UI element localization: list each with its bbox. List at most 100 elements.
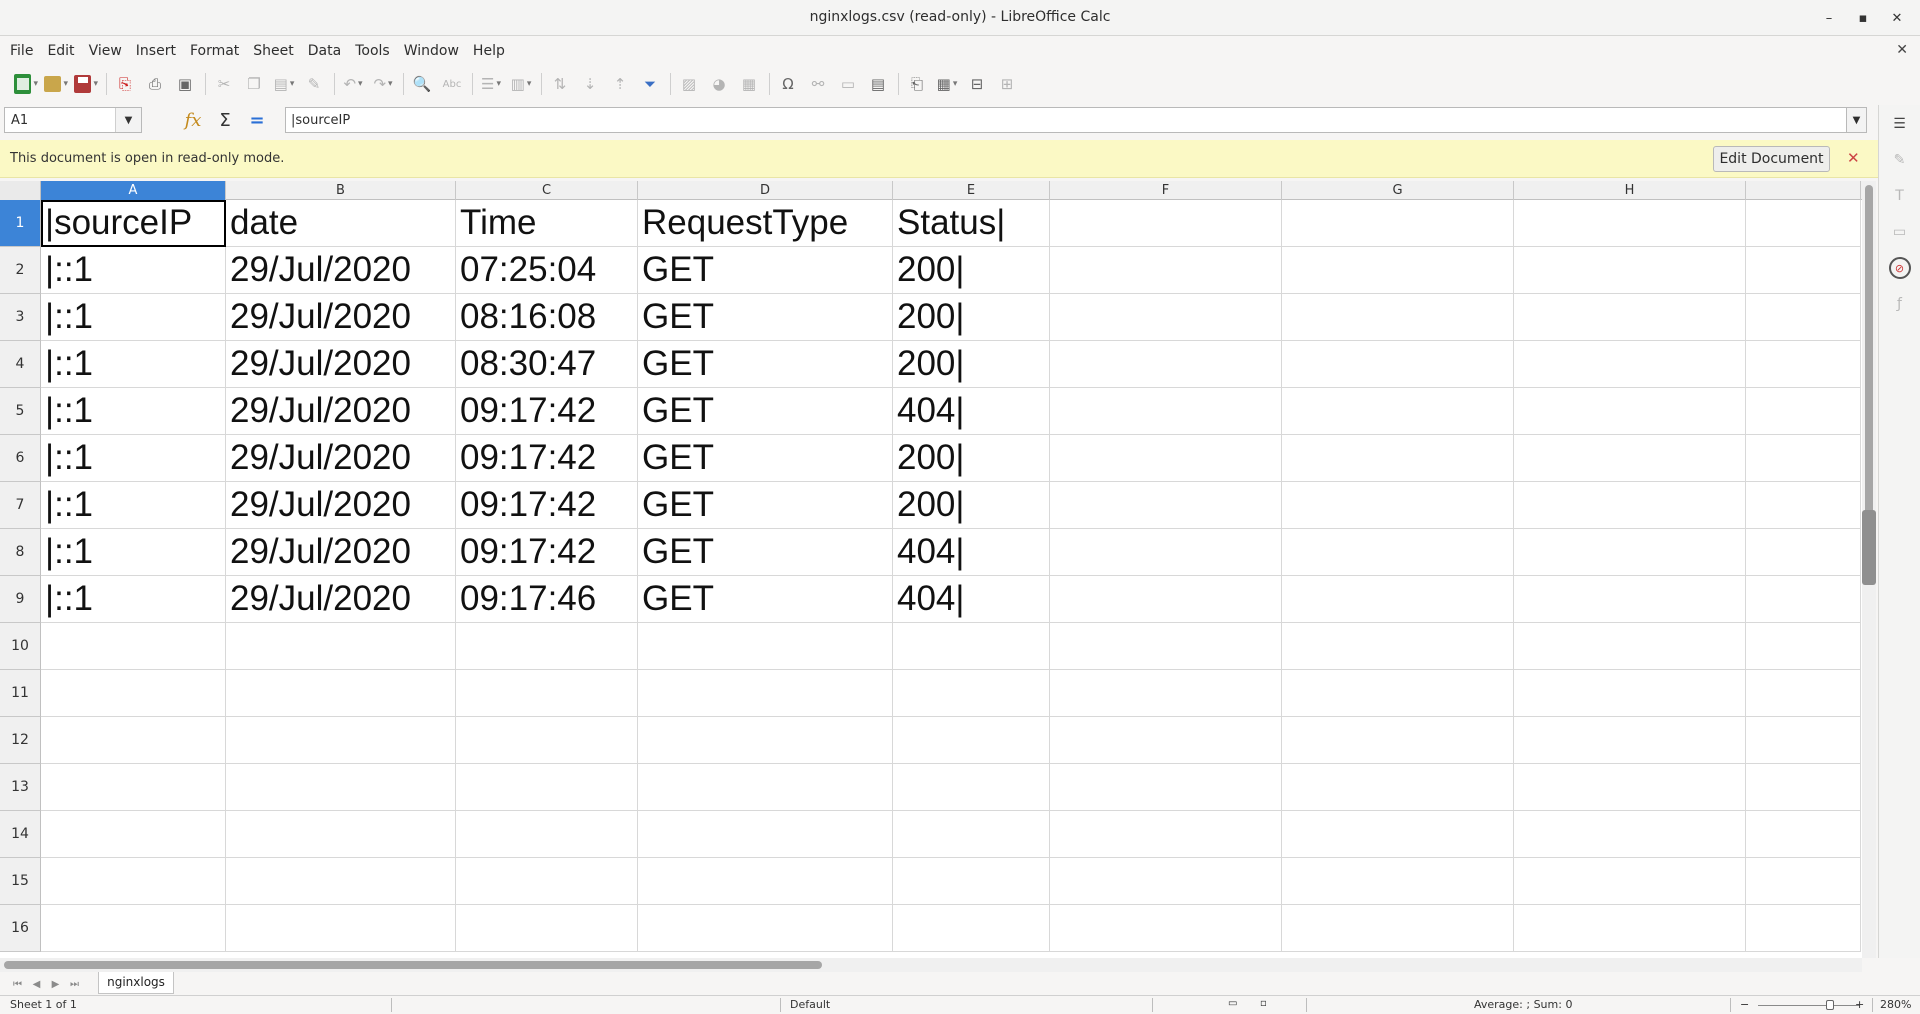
cell-f1[interactable] [1050, 200, 1282, 247]
name-box[interactable]: A1 ▼ [4, 107, 142, 133]
cell-e6[interactable]: 200| [893, 435, 1050, 482]
close-window-button[interactable]: ✕ [1880, 6, 1914, 30]
row-header-4[interactable]: 4 [0, 341, 41, 388]
cell-e3[interactable]: 200| [893, 294, 1050, 341]
cell-d1[interactable]: RequestType [638, 200, 893, 247]
cell-h3[interactable] [1514, 294, 1746, 341]
menu-data[interactable]: Data [301, 37, 348, 65]
sidebar-menu-icon[interactable]: ☰ [1889, 113, 1911, 135]
cell-g5[interactable] [1282, 388, 1514, 435]
print-button[interactable]: ⎙ [143, 72, 167, 96]
cell-h5[interactable] [1514, 388, 1746, 435]
cell-d15[interactable] [638, 858, 893, 905]
print-preview-button[interactable]: ▣ [173, 72, 197, 96]
cell-f5[interactable] [1050, 388, 1282, 435]
row-header-16[interactable]: 16 [0, 905, 41, 952]
zoom-level[interactable]: 280% [1880, 998, 1911, 1011]
cell-c2[interactable]: 07:25:04 [456, 247, 638, 294]
cell-d8[interactable]: GET [638, 529, 893, 576]
cell-g9[interactable] [1282, 576, 1514, 623]
menu-file[interactable]: File [3, 37, 40, 65]
menu-view[interactable]: View [82, 37, 129, 65]
cell-f4[interactable] [1050, 341, 1282, 388]
cell-d12[interactable] [638, 717, 893, 764]
cell-e12[interactable] [893, 717, 1050, 764]
cell-e4[interactable]: 200| [893, 341, 1050, 388]
column-header-a[interactable]: A [41, 181, 226, 200]
formula-input[interactable]: |sourceIP [285, 107, 1847, 133]
cell-e1[interactable]: Status| [893, 200, 1050, 247]
cell-d14[interactable] [638, 811, 893, 858]
cell-h4[interactable] [1514, 341, 1746, 388]
cell-b11[interactable] [226, 670, 456, 717]
cell-h6[interactable] [1514, 435, 1746, 482]
cell-g16[interactable] [1282, 905, 1514, 952]
functions-icon[interactable]: ƒ [1889, 293, 1911, 315]
cell-g2[interactable] [1282, 247, 1514, 294]
new-document-button[interactable] [14, 72, 38, 96]
save-button[interactable] [74, 72, 98, 96]
cell-e10[interactable] [893, 623, 1050, 670]
menu-insert[interactable]: Insert [129, 37, 183, 65]
cell-a7[interactable]: |::1 [41, 482, 226, 529]
cell-h2[interactable] [1514, 247, 1746, 294]
define-print-area-button[interactable]: ⎗ [905, 72, 929, 96]
zoom-slider-handle[interactable] [1826, 1000, 1834, 1010]
cell-e8[interactable]: 404| [893, 529, 1050, 576]
cell-b13[interactable] [226, 764, 456, 811]
window-split-handle[interactable] [1862, 510, 1876, 585]
cell-h8[interactable] [1514, 529, 1746, 576]
menu-help[interactable]: Help [466, 37, 512, 65]
cell-h16[interactable] [1514, 905, 1746, 952]
cell-d7[interactable]: GET [638, 482, 893, 529]
row-header-5[interactable]: 5 [0, 388, 41, 435]
cell-a8[interactable]: |::1 [41, 529, 226, 576]
cell-e9[interactable]: 404| [893, 576, 1050, 623]
cell-g15[interactable] [1282, 858, 1514, 905]
properties-icon[interactable]: ✎ [1889, 149, 1911, 171]
cell-d2[interactable]: GET [638, 247, 893, 294]
cell-a4[interactable]: |::1 [41, 341, 226, 388]
pivot-table-button[interactable]: ▦ [737, 72, 761, 96]
cell-d6[interactable]: GET [638, 435, 893, 482]
cell-g6[interactable] [1282, 435, 1514, 482]
cell-h14[interactable] [1514, 811, 1746, 858]
row-header-2[interactable]: 2 [0, 247, 41, 294]
row-header-7[interactable]: 7 [0, 482, 41, 529]
minimize-button[interactable]: – [1812, 6, 1846, 30]
cell-f7[interactable] [1050, 482, 1282, 529]
cell-f3[interactable] [1050, 294, 1282, 341]
styles-icon[interactable]: T [1889, 185, 1911, 207]
cell-e15[interactable] [893, 858, 1050, 905]
navigator-icon[interactable]: ⊘ [1888, 257, 1911, 279]
cell-a15[interactable] [41, 858, 226, 905]
column-header-f[interactable]: F [1050, 181, 1282, 200]
cell-g1[interactable] [1282, 200, 1514, 247]
cell-f9[interactable] [1050, 576, 1282, 623]
cell-c1[interactable]: Time [456, 200, 638, 247]
horizontal-scrollbar[interactable] [0, 958, 1862, 972]
cell-b6[interactable]: 29/Jul/2020 [226, 435, 456, 482]
cell-e5[interactable]: 404| [893, 388, 1050, 435]
cell-a2[interactable]: |::1 [41, 247, 226, 294]
sort-button[interactable]: ⇅ [548, 72, 572, 96]
comment-button[interactable]: ▭ [836, 72, 860, 96]
cell-h10[interactable] [1514, 623, 1746, 670]
cell-g10[interactable] [1282, 623, 1514, 670]
cell-d10[interactable] [638, 623, 893, 670]
cell-e2[interactable]: 200| [893, 247, 1050, 294]
cell-a13[interactable] [41, 764, 226, 811]
select-all-corner[interactable] [0, 181, 41, 200]
cell-h13[interactable] [1514, 764, 1746, 811]
special-character-button[interactable]: Ω [776, 72, 800, 96]
sum-icon[interactable]: Σ [214, 109, 236, 131]
sort-descending-button[interactable]: ⇡ [608, 72, 632, 96]
row-header-12[interactable]: 12 [0, 717, 41, 764]
cell-c7[interactable]: 09:17:42 [456, 482, 638, 529]
column-header-b[interactable]: B [226, 181, 456, 200]
cell-d3[interactable]: GET [638, 294, 893, 341]
row-header-11[interactable]: 11 [0, 670, 41, 717]
zoom-out-button[interactable]: − [1740, 998, 1749, 1011]
cell-d4[interactable]: GET [638, 341, 893, 388]
copy-button[interactable]: ❐ [242, 72, 266, 96]
